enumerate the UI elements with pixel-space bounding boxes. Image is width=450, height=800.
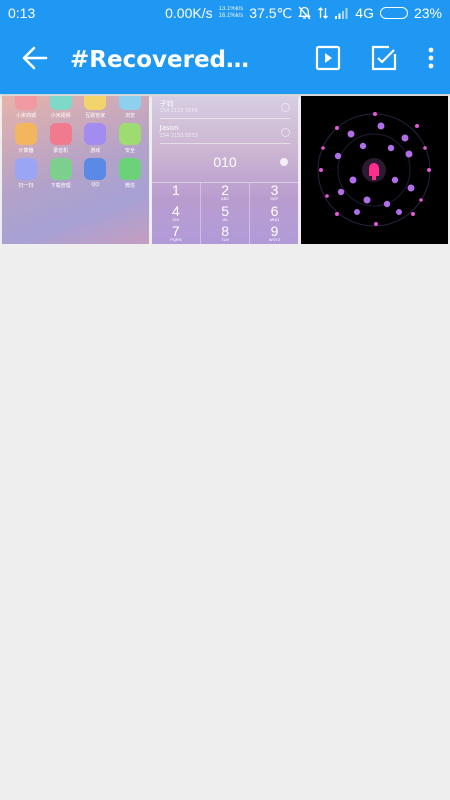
back-button[interactable]	[0, 26, 70, 94]
status-bar: 0:13 0.00K/s 13.1%k/s 16.1%k/s 37.5℃ 4G …	[0, 0, 450, 26]
slideshow-button[interactable]	[300, 26, 356, 94]
keypad-key: 3 DEF	[270, 182, 279, 201]
photo-grid: 小米商城 小米视频 互联管家 浏览计算器 录音机 游戏 安全扫一扫 下载管理 QQ 微信 子钧 1…	[2, 96, 449, 244]
photo-thumbnail-1[interactable]: 小米商城 小米视频 互联管家 浏览计算器 录音机 游戏 安全扫一扫 下载管理 QQ 微信	[2, 96, 149, 244]
app-icon	[84, 96, 107, 110]
info-icon	[281, 103, 291, 112]
dialed-number: 010	[213, 154, 237, 170]
dark-pattern-image	[317, 112, 432, 227]
keypad-key: 4 GHI	[171, 202, 180, 222]
select-all-button[interactable]	[356, 26, 412, 94]
network-type: 4G	[355, 5, 374, 21]
bell-muted-icon	[298, 6, 312, 20]
app-icon-item: 游戏	[79, 123, 111, 154]
keypad-key: 6 MNO	[269, 202, 280, 222]
keypad-column: 1 4 GHI 7 PQRS	[152, 183, 200, 244]
battery-icon	[379, 7, 408, 19]
toolbar-actions	[300, 26, 450, 94]
app-icon-item: 安全	[114, 123, 146, 154]
app-row: 计算器 录音机 游戏 安全	[10, 123, 146, 154]
app-row: 扫一扫 下载管理 QQ 微信	[10, 158, 146, 189]
app-label: 游戏	[90, 148, 101, 154]
app-row: 小米商城 小米视频 互联管家 浏览	[10, 96, 146, 119]
app-label: 下载管理	[50, 183, 71, 189]
home-screen-app-grid: 小米商城 小米视频 互联管家 浏览计算器 录音机 游戏 安全扫一扫 下载管理 QQ 微信	[10, 96, 146, 193]
app-icon	[15, 96, 37, 110]
dial-keypad: 1 4 GHI 7 PQRS 2 ABC 5 JKL 8 TUV 3 DEF 6 MNO 9 WXYZ	[151, 182, 299, 244]
app-icon-item: 微信	[114, 158, 146, 189]
status-time: 0:13	[8, 5, 36, 21]
photo-thumbnail-3[interactable]	[301, 96, 449, 244]
app-label: 计算器	[18, 148, 34, 154]
page-title: #Recovered p...	[70, 47, 250, 73]
app-icon-item: 扫一扫	[10, 158, 42, 189]
keypad-key: 9 WXYZ	[268, 223, 281, 243]
info-icon	[281, 128, 291, 137]
app-label: 微信	[124, 183, 135, 189]
keypad-key: 1	[171, 182, 180, 198]
keypad-key: 7 PQRS	[170, 223, 182, 243]
app-icon	[15, 158, 37, 180]
app-label: 小米商城	[15, 113, 36, 119]
app-label: 小米视频	[50, 113, 71, 119]
app-icon	[84, 123, 107, 145]
app-icon-item: 小米视频	[45, 96, 77, 119]
network-speed: 0.00K/s	[165, 5, 213, 21]
app-label: 互联管家	[85, 113, 106, 119]
photo-thumbnail-2[interactable]: 子钧 154 2133 5558 Jason 154 2133 5533 010…	[151, 96, 299, 244]
keypad-key: 2 ABC	[221, 182, 230, 201]
contact-row: 子钧 154 2133 5558	[159, 98, 291, 119]
app-icon	[118, 96, 141, 110]
app-label: 安全	[124, 148, 135, 154]
app-bar: #Recovered p...	[0, 26, 450, 94]
app-icon	[49, 96, 72, 110]
app-icon	[49, 123, 72, 145]
more-options-button[interactable]	[412, 26, 450, 94]
app-icon	[118, 158, 141, 180]
app-icon-item: 互联管家	[79, 96, 111, 119]
app-icon	[49, 158, 72, 180]
app-icon-item: 下载管理	[45, 158, 77, 189]
temperature: 37.5℃	[249, 4, 293, 21]
app-icon-item: QQ	[79, 158, 111, 189]
app-icon-item: 小米商城	[10, 96, 42, 119]
keypad-column: 2 ABC 5 JKL 8 TUV	[200, 183, 249, 244]
app-label: QQ	[91, 182, 100, 188]
app-icon	[15, 123, 37, 145]
battery-level: 23%	[413, 5, 442, 21]
data-transfer-icon	[317, 6, 329, 20]
network-speed-detail: 13.1%k/s 16.1%k/s	[218, 6, 244, 19]
arrow-left-icon	[22, 46, 48, 74]
app-label: 录音机	[53, 148, 69, 154]
select-all-checkbox-icon	[371, 45, 397, 75]
play-slideshow-icon	[315, 45, 341, 75]
keypad-key: 5 JKL	[221, 202, 230, 222]
keypad-column: 3 DEF 6 MNO 9 WXYZ	[249, 183, 298, 244]
contact-row: Jason 154 2133 5533	[159, 123, 291, 144]
app-icon-item: 浏览	[114, 96, 146, 119]
signal-icon	[335, 7, 349, 19]
app-label: 扫一扫	[18, 183, 34, 189]
app-icon	[118, 123, 141, 145]
keypad-key: 8 TUV	[221, 223, 230, 243]
app-icon-item: 计算器	[10, 123, 42, 154]
app-label: 浏览	[124, 113, 135, 119]
more-vert-icon	[428, 47, 434, 73]
app-icon	[84, 158, 107, 180]
app-icon-item: 录音机	[45, 123, 77, 154]
